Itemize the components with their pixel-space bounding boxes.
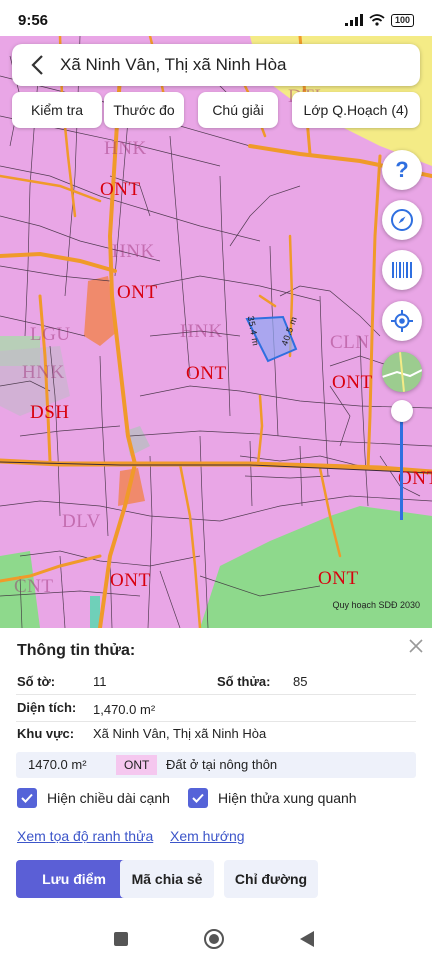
opacity-slider-track[interactable]: [400, 412, 403, 520]
zone-label-lgu: LGU: [30, 324, 71, 345]
share-code-button[interactable]: Mã chia sẻ: [120, 860, 214, 898]
land-use-code-badge: ONT: [116, 755, 158, 775]
zone-label-ont: ONT: [110, 570, 151, 591]
land-use-description: Đất ở tại nông thôn: [166, 757, 278, 772]
barcode-button[interactable]: [382, 250, 422, 290]
back-triangle-icon: [300, 931, 314, 947]
zone-label-dlv: DLV: [62, 511, 101, 532]
panel-title: Thông tin thửa:: [17, 642, 136, 659]
view-boundary-coords-link[interactable]: Xem tọa độ ranh thửa: [17, 828, 153, 844]
zone-label-hnk: HNK: [112, 241, 155, 262]
home-button[interactable]: [199, 924, 229, 954]
land-use-row: 1470.0 m² ONT Đất ở tại nông thôn: [16, 752, 416, 778]
area-label: Diện tích:: [17, 700, 77, 715]
status-bar: 9:56 100: [0, 0, 432, 40]
status-time: 9:56: [18, 11, 49, 29]
region-value: Xã Ninh Vân, Thị xã Ninh Hòa: [93, 726, 267, 741]
show-neighbors-checkbox-row[interactable]: Hiện thửa xung quanh: [188, 788, 357, 808]
parcel-info-panel: Thông tin thửa: Số tờ: 11 Số thửa: 85 Di…: [0, 628, 432, 920]
compass-icon: [391, 209, 413, 231]
check-button[interactable]: Kiểm tra: [12, 92, 102, 128]
check-icon: [192, 793, 204, 803]
directions-button[interactable]: Chỉ đường: [224, 860, 318, 898]
help-button[interactable]: ?: [382, 150, 422, 190]
region-label: Khu vực:: [17, 726, 75, 741]
divider: [16, 694, 416, 695]
legend-button[interactable]: Chú giải: [198, 92, 278, 128]
zone-label-cln: CLN: [330, 332, 370, 353]
zone-label-ont: ONT: [318, 568, 359, 589]
show-neighbors-checkbox[interactable]: [188, 788, 208, 808]
area-value: 1,470.0 m²: [93, 702, 156, 717]
zone-label-ont: ONT: [398, 468, 432, 489]
barcode-icon: [392, 262, 412, 278]
signal-icon: [344, 14, 363, 26]
check-icon: [21, 793, 33, 803]
square-icon: [114, 932, 128, 946]
close-icon[interactable]: [406, 636, 426, 656]
wifi-icon: [369, 14, 385, 26]
location-title: Xã Ninh Vân, Thị xã Ninh Hòa: [60, 55, 287, 74]
zone-label-ont: ONT: [186, 363, 227, 384]
sheet-number-value: 11: [93, 674, 107, 689]
measure-button[interactable]: Thước đo: [104, 92, 184, 128]
recent-apps-button[interactable]: [106, 924, 136, 954]
question-icon: ?: [395, 157, 409, 182]
zone-label-ont: ONT: [117, 282, 158, 303]
land-use-area: 1470.0 m²: [28, 757, 87, 772]
basemap-toggle-button[interactable]: [382, 352, 422, 392]
zone-label-hnk: HNK: [104, 138, 147, 159]
zone-label-hnk: HNK: [180, 321, 223, 342]
show-neighbors-label: Hiện thửa xung quanh: [218, 790, 357, 806]
basemap-thumbnail-icon: [382, 352, 422, 392]
back-button[interactable]: [292, 924, 322, 954]
show-edge-length-checkbox[interactable]: [17, 788, 37, 808]
show-edge-length-checkbox-row[interactable]: Hiện chiều dài cạnh: [17, 788, 170, 808]
sheet-number-label: Số tờ:: [17, 674, 56, 689]
status-icons: 100: [344, 13, 414, 27]
my-location-button[interactable]: [382, 301, 422, 341]
show-edge-length-label: Hiện chiều dài cạnh: [47, 790, 170, 806]
zone-label-ont: ONT: [332, 372, 373, 393]
save-point-button[interactable]: Lưu điểm: [16, 860, 132, 898]
parcel-number-label: Số thửa:: [217, 674, 271, 689]
zone-label-ont: ONT: [100, 179, 141, 200]
back-arrow-icon[interactable]: [24, 52, 50, 78]
locate-icon: [391, 310, 413, 332]
zone-label-dsh: DSH: [30, 402, 70, 423]
system-nav-bar: [0, 920, 432, 960]
parcel-number-value: 85: [293, 674, 308, 689]
opacity-slider-handle[interactable]: [391, 400, 413, 422]
home-circle-icon: [204, 929, 224, 949]
divider: [16, 721, 416, 722]
zone-label-hnk: HNK: [22, 362, 65, 383]
compass-button[interactable]: [382, 200, 422, 240]
view-direction-link[interactable]: Xem hướng: [170, 828, 245, 844]
planning-layer-button[interactable]: Lớp Q.Hoạch (4): [292, 92, 420, 128]
zone-label-cnt: CNT: [14, 576, 54, 597]
search-bar[interactable]: Xã Ninh Vân, Thị xã Ninh Hòa: [12, 44, 420, 86]
battery-icon: 100: [390, 13, 414, 27]
map-teal-zone: [90, 596, 100, 628]
map-layer-caption: Quy hoạch SDĐ 2030: [332, 600, 420, 610]
